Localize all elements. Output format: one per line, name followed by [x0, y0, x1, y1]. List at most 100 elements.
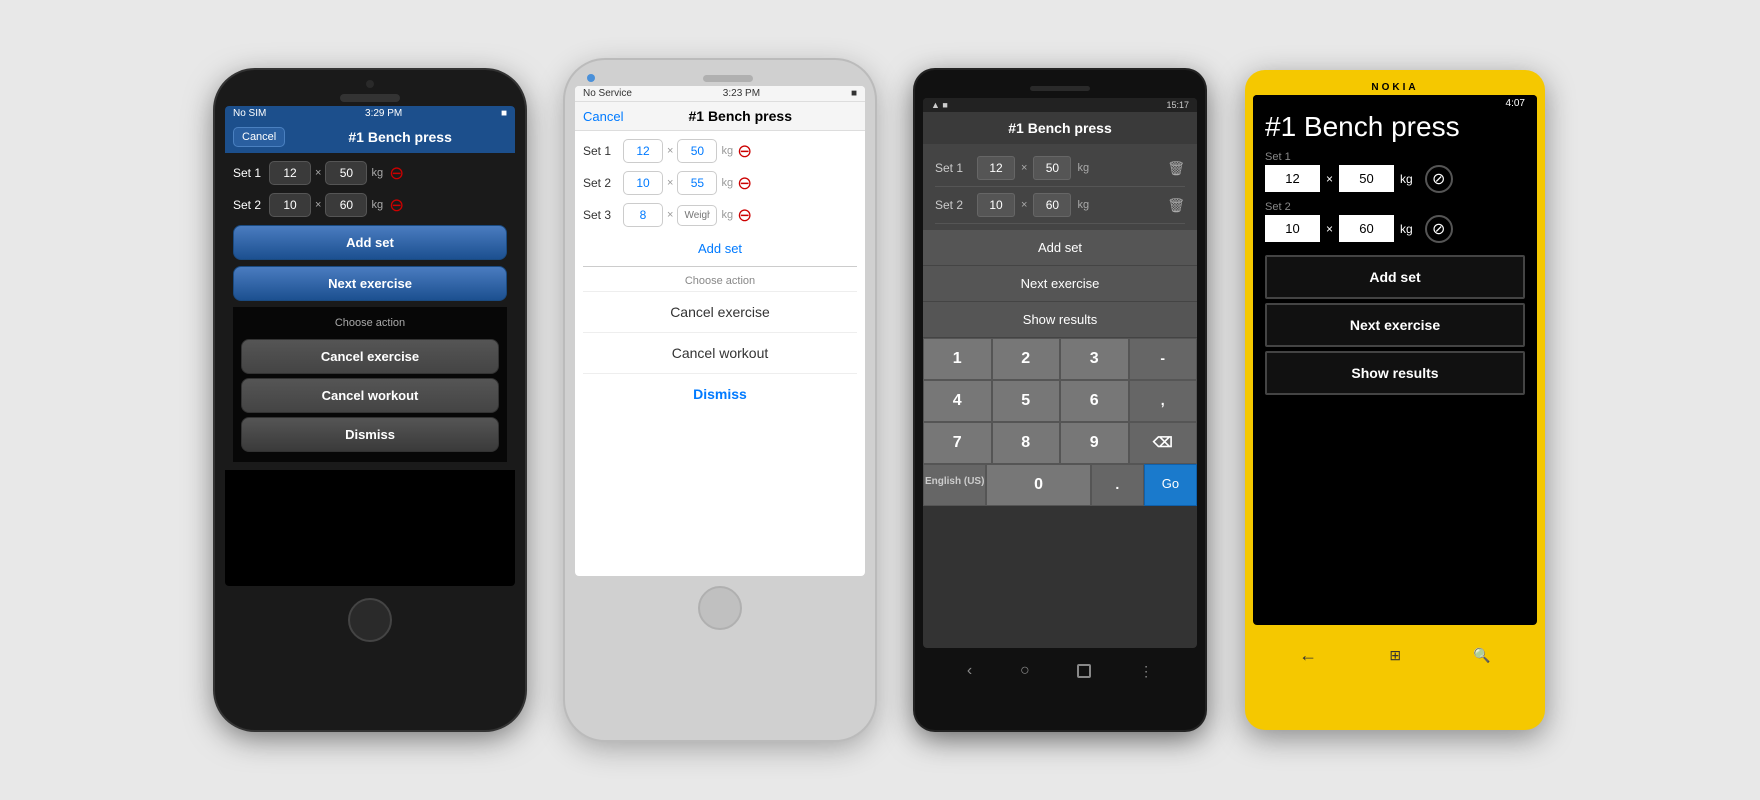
iphone-black-phone: No SIM 3:29 PM ■ Cancel #1 Bench press S…	[215, 70, 525, 730]
action-sheet: Choose action Cancel exercise Cancel wor…	[583, 266, 857, 414]
keyboard-row-1: 1 2 3 -	[923, 338, 1197, 380]
set-row-3: Set 3 × kg ⊖	[583, 203, 857, 227]
next-exercise-button[interactable]: Next exercise	[923, 266, 1197, 302]
key-7[interactable]: 7	[923, 422, 992, 464]
set1-section-label: Set 1	[1253, 151, 1537, 165]
add-set-button[interactable]: Add set	[1265, 255, 1525, 299]
cancel-workout-button[interactable]: Cancel workout	[583, 333, 857, 374]
set2-weight-input[interactable]	[325, 193, 367, 217]
dismiss-button[interactable]: Dismiss	[241, 417, 499, 452]
earpiece-speaker	[703, 75, 753, 82]
home-button[interactable]	[698, 586, 742, 630]
time-label: 15:17	[1166, 100, 1189, 110]
add-set-button[interactable]: Add set	[923, 230, 1197, 266]
key-comma[interactable]: ,	[1129, 380, 1198, 422]
set1-reps-input[interactable]	[1265, 165, 1320, 192]
set3-weight-input[interactable]	[677, 205, 717, 226]
delete-set2-button[interactable]: 🗑	[1167, 197, 1185, 214]
set1-reps-input[interactable]	[269, 161, 311, 185]
nav-bar: Cancel #1 Bench press	[575, 102, 865, 131]
key-6[interactable]: 6	[1060, 380, 1129, 422]
multiply-symbol: ×	[315, 167, 321, 179]
key-dash[interactable]: -	[1129, 338, 1198, 380]
cancel-button[interactable]: Cancel	[583, 109, 623, 124]
add-set-link[interactable]: Add set	[583, 235, 857, 262]
cancel-exercise-button[interactable]: Cancel exercise	[583, 292, 857, 333]
home-button[interactable]	[348, 598, 392, 642]
set-row-2: Set 2 × kg 🗑	[935, 187, 1185, 224]
carrier-label: No SIM	[233, 108, 266, 119]
remove-set3-button[interactable]: ⊖	[737, 205, 752, 226]
set1-weight-input[interactable]	[325, 161, 367, 185]
set2-weight-input[interactable]	[1033, 193, 1071, 217]
cancel-button[interactable]: Cancel	[233, 127, 285, 147]
key-lang[interactable]: English (US)	[923, 464, 986, 506]
android-nav-bar: ‹ ○ ⋮	[923, 648, 1197, 694]
keyboard-row-3: 7 8 9 ⌫	[923, 422, 1197, 464]
set2-weight-input[interactable]	[677, 171, 717, 195]
backspace-key[interactable]: ⌫	[1129, 422, 1198, 464]
set2-reps-input[interactable]	[1265, 215, 1320, 242]
status-bar: ▲ ■ 15:17	[923, 98, 1197, 112]
set1-label: Set 1	[935, 161, 971, 175]
key-2[interactable]: 2	[992, 338, 1061, 380]
home-button[interactable]: ○	[1020, 662, 1030, 680]
next-exercise-button[interactable]: Next exercise	[1265, 303, 1525, 347]
keyboard: 1 2 3 - 4 5 6 , 7 8 9 ⌫ English (US) 0 .	[923, 338, 1197, 506]
back-button[interactable]: ‹	[967, 662, 972, 680]
status-bar: 4:07	[1253, 95, 1537, 112]
set1-weight-input[interactable]	[677, 139, 717, 163]
set1-reps-input[interactable]	[977, 156, 1015, 180]
remove-set2-button[interactable]: ⊖	[389, 195, 404, 216]
recents-button[interactable]	[1077, 664, 1091, 678]
add-set-button[interactable]: Add set	[233, 225, 507, 260]
go-button[interactable]: Go	[1144, 464, 1197, 506]
set2-unit: kg	[371, 199, 383, 211]
key-1[interactable]: 1	[923, 338, 992, 380]
set2-weight-input[interactable]	[1339, 215, 1394, 242]
menu-button[interactable]: ⋮	[1139, 663, 1153, 680]
key-4[interactable]: 4	[923, 380, 992, 422]
key-0[interactable]: 0	[986, 464, 1090, 506]
set-row-2: Set 2 × kg ⊖	[583, 171, 857, 195]
remove-set1-button[interactable]: ⊖	[389, 163, 404, 184]
home-button[interactable]: ⊞	[1389, 647, 1401, 664]
back-button[interactable]: ←	[1299, 645, 1317, 666]
brand-label: NOKIA	[1253, 78, 1537, 95]
delete-set2-button[interactable]: ⊘	[1425, 215, 1453, 243]
next-exercise-button[interactable]: Next exercise	[233, 266, 507, 301]
key-8[interactable]: 8	[992, 422, 1061, 464]
set1-label: Set 1	[233, 166, 265, 180]
time-label: 3:29 PM	[365, 108, 402, 119]
screen-title: #1 Bench press	[1253, 112, 1537, 151]
set-row-2: × kg ⊘	[1253, 215, 1537, 251]
set2-reps-input[interactable]	[623, 171, 663, 195]
set-row-1: Set 1 × kg ⊖	[233, 161, 507, 185]
set1-weight-input[interactable]	[1033, 156, 1071, 180]
set3-reps-input[interactable]	[623, 203, 663, 227]
show-results-button[interactable]: Show results	[1265, 351, 1525, 395]
key-period[interactable]: .	[1091, 464, 1144, 506]
set2-reps-input[interactable]	[977, 193, 1015, 217]
remove-set1-button[interactable]: ⊖	[737, 141, 752, 162]
dismiss-button[interactable]: Dismiss	[583, 374, 857, 414]
key-3[interactable]: 3	[1060, 338, 1129, 380]
cancel-workout-button[interactable]: Cancel workout	[241, 378, 499, 413]
key-5[interactable]: 5	[992, 380, 1061, 422]
delete-set1-button[interactable]: 🗑	[1167, 160, 1185, 177]
show-results-button[interactable]: Show results	[923, 302, 1197, 338]
delete-set1-button[interactable]: ⊘	[1425, 165, 1453, 193]
remove-set2-button[interactable]: ⊖	[737, 173, 752, 194]
keyboard-row-4: English (US) 0 . Go	[923, 464, 1197, 506]
search-button[interactable]: 🔍	[1473, 647, 1490, 664]
cancel-exercise-button[interactable]: Cancel exercise	[241, 339, 499, 374]
iphone-white-screen: No Service 3:23 PM ■ Cancel #1 Bench pre…	[575, 86, 865, 576]
android-phone: ▲ ■ 15:17 #1 Bench press Set 1 × kg 🗑 Se…	[915, 70, 1205, 730]
key-9[interactable]: 9	[1060, 422, 1129, 464]
set1-reps-input[interactable]	[623, 139, 663, 163]
time-label: 3:23 PM	[723, 88, 760, 99]
set2-reps-input[interactable]	[269, 193, 311, 217]
set1-weight-input[interactable]	[1339, 165, 1394, 192]
nokia-phone: NOKIA 4:07 #1 Bench press Set 1 × kg ⊘ S…	[1245, 70, 1545, 730]
set-row-1: Set 1 × kg 🗑	[935, 150, 1185, 187]
